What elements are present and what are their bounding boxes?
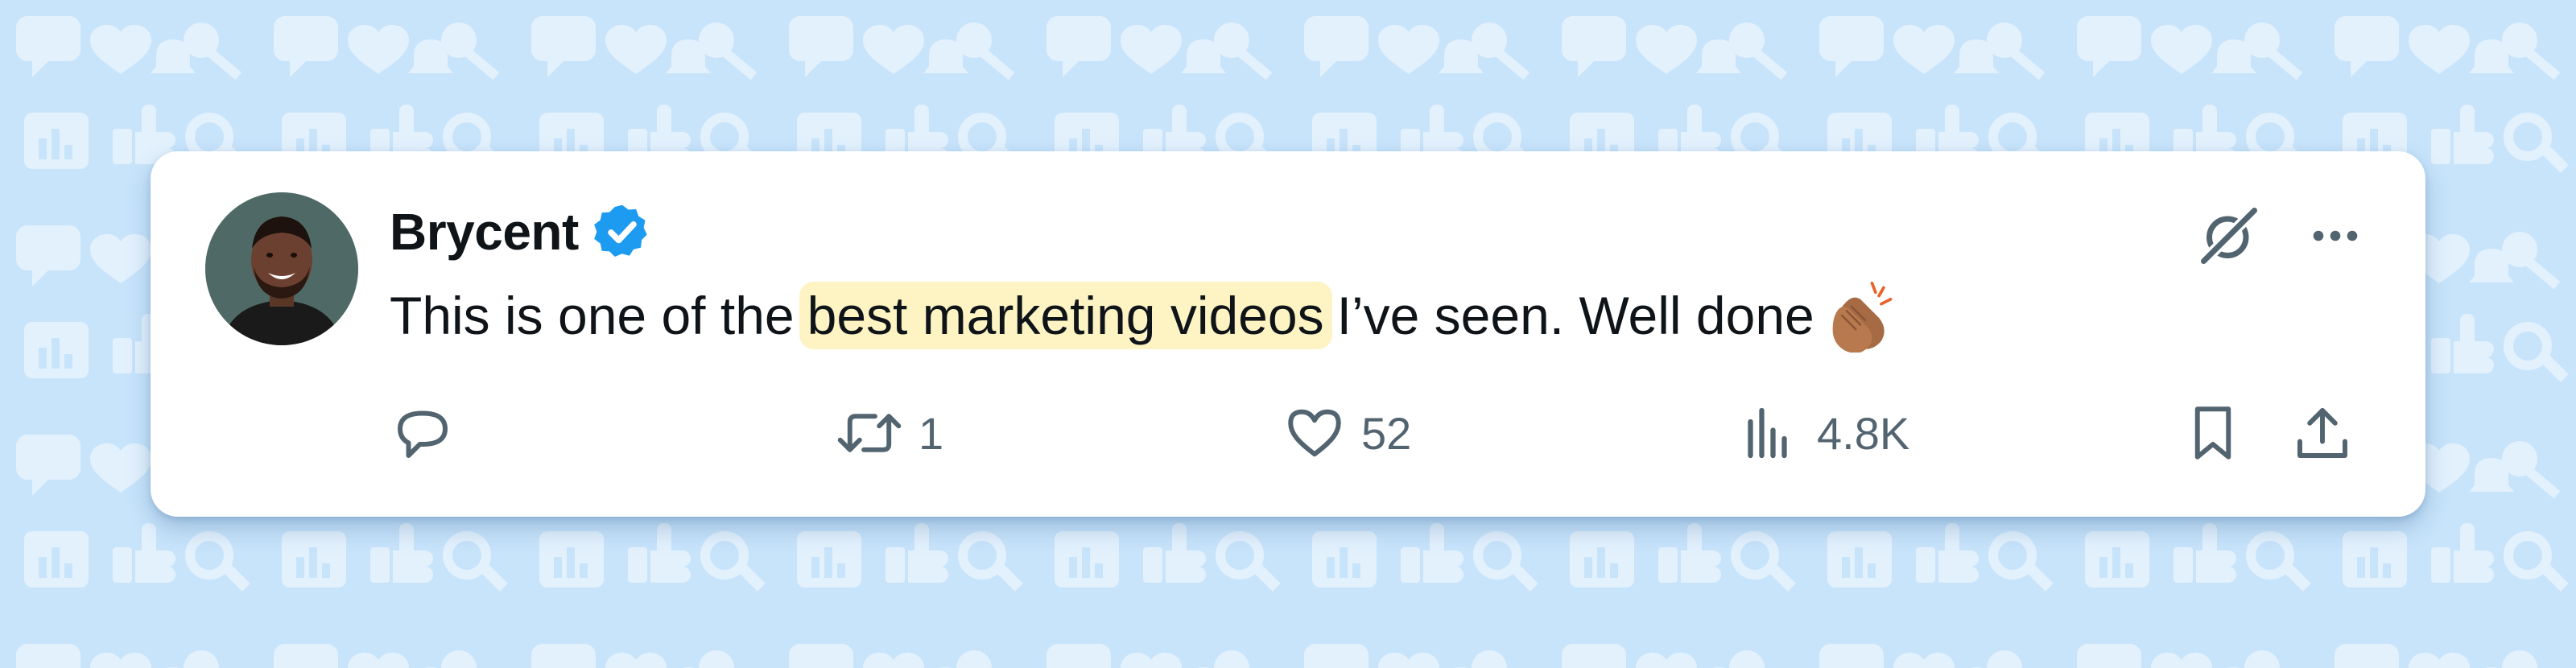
avatar-photo-icon [205, 192, 358, 345]
grok-button[interactable] [2189, 196, 2269, 276]
share-icon [2297, 408, 2347, 458]
tweet-card[interactable]: Brycent This is one of the best marketin… [151, 151, 2425, 517]
tweet-text-before: This is one of the [390, 286, 795, 345]
heart-icon [1288, 409, 1341, 457]
clapping-hands-emoji-icon [1832, 281, 1893, 353]
more-options-button[interactable] [2295, 196, 2376, 276]
verified-badge-icon[interactable] [592, 201, 653, 262]
retweet-button[interactable]: 1 [833, 393, 943, 473]
bookmark-icon [2194, 406, 2231, 460]
retweet-icon [837, 414, 902, 452]
tweet-text-after: I’ve seen. Well done [1336, 286, 1814, 345]
retweet-count: 1 [919, 407, 944, 459]
tweet-text: This is one of the best marketing videos… [390, 278, 1900, 353]
more-options-icon [2313, 230, 2358, 241]
like-button[interactable]: 52 [1281, 393, 1411, 473]
views-count: 4.8K [1817, 407, 1910, 459]
views-button[interactable]: 4.8K [1736, 393, 1909, 473]
tweet-text-highlight: best marketing videos [799, 282, 1332, 349]
action-bar: 1 52 4.8K [151, 393, 2425, 473]
like-count: 52 [1361, 407, 1412, 459]
bookmark-button[interactable] [2179, 393, 2247, 473]
views-chart-icon [1748, 407, 1787, 459]
grok-icon [2198, 204, 2260, 267]
reply-icon [398, 410, 448, 458]
avatar[interactable] [205, 192, 358, 345]
author-row: Brycent [390, 200, 653, 264]
share-button[interactable] [2289, 393, 2356, 473]
author-name[interactable]: Brycent [390, 202, 579, 262]
reply-button[interactable] [389, 393, 456, 473]
